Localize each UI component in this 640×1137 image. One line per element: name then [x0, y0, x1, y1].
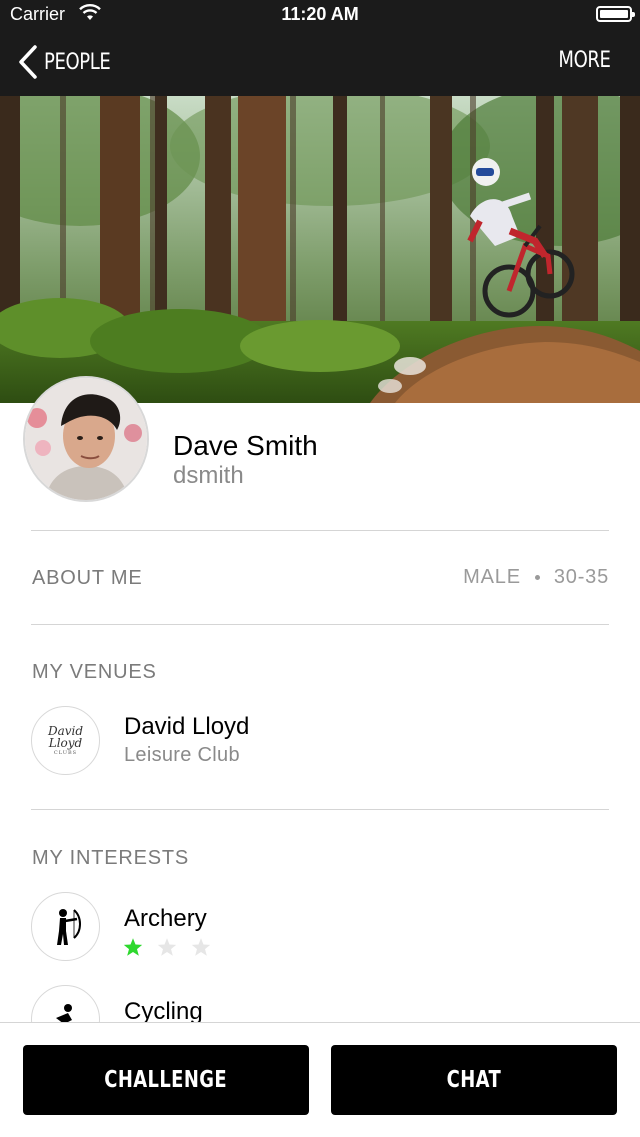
profile-name: Dave Smith [173, 430, 318, 461]
back-button[interactable]: PEOPLE [18, 44, 125, 80]
david-lloyd-logo-icon: David Lloyd CLUBS [47, 724, 84, 756]
cover-photo [0, 96, 640, 403]
battery-icon [596, 6, 635, 22]
interest-name-archery[interactable]: Archery [124, 905, 207, 933]
age-range-label: 30-35 [553, 566, 609, 588]
navigation-bar: PEOPLE MORE [0, 28, 640, 96]
chat-button[interactable]: CHAT [331, 1045, 617, 1115]
separator-dot [534, 575, 540, 580]
status-time: 11:20 AM [281, 4, 359, 24]
my-venues-heading: MY VENUES [32, 661, 157, 683]
status-bar: Carrier 11:20 AM [0, 0, 640, 28]
venue-logo[interactable]: David Lloyd CLUBS [31, 706, 100, 775]
profile-username: dsmith [173, 462, 244, 489]
archery-rating [123, 937, 211, 957]
gender-label: MALE [463, 566, 521, 588]
challenge-button[interactable]: CHALLENGE [23, 1045, 309, 1115]
divider [31, 809, 609, 810]
more-button[interactable]: MORE [558, 48, 610, 73]
venue-name[interactable]: David Lloyd [124, 713, 249, 741]
star-filled-icon [123, 938, 143, 956]
about-meta: MALE 30-35 [463, 566, 609, 589]
challenge-button-label: CHALLENGE [104, 1067, 228, 1093]
star-empty-icon [157, 938, 177, 956]
back-button-label: PEOPLE [44, 49, 111, 75]
star-empty-icon [191, 938, 211, 956]
divider [31, 530, 609, 531]
avatar [23, 376, 149, 502]
divider [31, 624, 609, 625]
my-interests-heading: MY INTERESTS [32, 847, 190, 869]
chevron-left-icon [19, 45, 37, 79]
chat-button-label: CHAT [446, 1067, 502, 1093]
archery-icon[interactable] [31, 892, 100, 961]
about-me-heading: ABOUT ME [32, 567, 143, 589]
venue-type: Leisure Club [124, 744, 240, 766]
bottom-action-bar: CHALLENGE CHAT [0, 1022, 640, 1137]
